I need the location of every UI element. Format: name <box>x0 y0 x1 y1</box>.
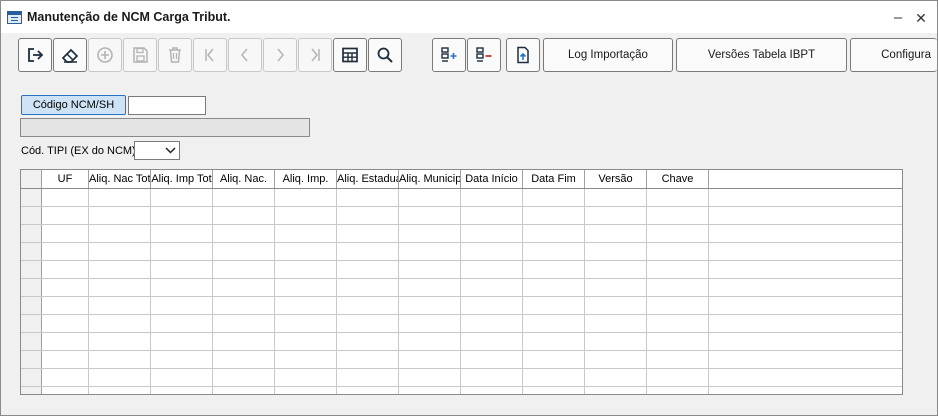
chevron-left-icon <box>241 48 248 62</box>
row-indicator[interactable] <box>21 297 42 314</box>
next-record-button[interactable] <box>263 38 297 72</box>
last-icon <box>311 48 320 62</box>
row-indicator[interactable] <box>21 261 42 278</box>
grid-column-header[interactable]: UF <box>42 170 89 188</box>
grid-column-header[interactable]: Data Fim <box>523 170 585 188</box>
close-button[interactable]: ✕ <box>910 7 932 29</box>
row-indicator[interactable] <box>21 243 42 260</box>
row-indicator[interactable] <box>21 189 42 206</box>
import-file-button[interactable] <box>506 38 540 72</box>
table-row[interactable] <box>21 279 902 297</box>
table-row[interactable] <box>21 351 902 369</box>
remove-row-button[interactable] <box>467 38 501 72</box>
grid-column-header[interactable]: Aliq. Imp. <box>275 170 337 188</box>
grid-column-header[interactable]: Aliq. Municipal <box>399 170 461 188</box>
first-icon <box>205 48 214 62</box>
window-title: Manutenção de NCM Carga Tribut. <box>27 10 231 24</box>
app-window: Manutenção de NCM Carga Tribut. – ✕ Log … <box>0 0 938 416</box>
grid-column-header[interactable]: Data Início <box>461 170 523 188</box>
save-button[interactable] <box>123 38 157 72</box>
clear-button[interactable] <box>53 38 87 72</box>
tipi-label: Cód. TIPI (EX do NCM) <box>21 145 136 157</box>
row-indicator[interactable] <box>21 279 42 296</box>
last-record-button[interactable] <box>298 38 332 72</box>
grid-column-header[interactable]: Aliq. Estadual <box>337 170 399 188</box>
tipi-select[interactable] <box>134 141 180 160</box>
search-button[interactable] <box>368 38 402 72</box>
table-row[interactable] <box>21 315 902 333</box>
table-row[interactable] <box>21 189 902 207</box>
row-indicator[interactable] <box>21 315 42 332</box>
row-indicator[interactable] <box>21 387 42 394</box>
grid-column-header[interactable]: Aliq. Imp Tot <box>151 170 213 188</box>
title-bar: Manutenção de NCM Carga Tribut. – ✕ <box>1 1 937 33</box>
ncm-description-field <box>20 118 310 137</box>
row-indicator[interactable] <box>21 351 42 368</box>
table-row[interactable] <box>21 243 902 261</box>
row-indicator[interactable] <box>21 207 42 224</box>
configure-button[interactable]: Configura <box>850 38 937 72</box>
grid-row-indicator-header <box>21 170 42 188</box>
table-row[interactable] <box>21 387 902 394</box>
row-indicator[interactable] <box>21 333 42 350</box>
first-record-button[interactable] <box>193 38 227 72</box>
table-row[interactable] <box>21 261 902 279</box>
table-icon <box>342 47 358 63</box>
ncm-code-button[interactable]: Código NCM/SH <box>21 95 126 115</box>
ncm-data-grid[interactable]: UF Aliq. Nac Tot Aliq. Imp Tot Aliq. Nac. Al… <box>20 169 903 395</box>
table-row[interactable] <box>21 369 902 387</box>
list-remove-icon <box>476 47 492 62</box>
table-row[interactable] <box>21 225 902 243</box>
grid-column-header[interactable]: Chave <box>647 170 709 188</box>
grid-view-button[interactable] <box>333 38 367 72</box>
ncm-code-input[interactable] <box>128 96 206 115</box>
eraser-icon <box>61 48 79 63</box>
exit-button[interactable] <box>18 38 52 72</box>
grid-column-header[interactable]: Versão <box>585 170 647 188</box>
minimize-button[interactable]: – <box>887 7 909 29</box>
previous-record-button[interactable] <box>228 38 262 72</box>
add-button[interactable] <box>88 38 122 72</box>
log-import-button[interactable]: Log Importação <box>543 38 673 72</box>
add-row-button[interactable] <box>432 38 466 72</box>
table-row[interactable] <box>21 207 902 225</box>
save-icon <box>133 47 148 63</box>
chevron-down-icon <box>165 147 176 154</box>
search-icon <box>377 47 393 63</box>
file-upload-icon <box>517 46 529 64</box>
row-indicator[interactable] <box>21 225 42 242</box>
trash-icon <box>169 47 181 63</box>
delete-button[interactable] <box>158 38 192 72</box>
table-row[interactable] <box>21 333 902 351</box>
window-app-icon <box>7 11 22 24</box>
ibpt-versions-button[interactable]: Versões Tabela IBPT <box>676 38 847 72</box>
row-indicator[interactable] <box>21 369 42 386</box>
grid-header: UF Aliq. Nac Tot Aliq. Imp Tot Aliq. Nac. Al… <box>21 170 902 189</box>
list-add-icon <box>441 47 457 62</box>
chevron-right-icon <box>277 48 284 62</box>
exit-icon <box>28 48 44 62</box>
table-row[interactable] <box>21 297 902 315</box>
plus-circle-icon <box>97 47 113 63</box>
grid-column-header[interactable]: Aliq. Nac Tot <box>89 170 151 188</box>
grid-column-header[interactable]: Aliq. Nac. <box>213 170 275 188</box>
